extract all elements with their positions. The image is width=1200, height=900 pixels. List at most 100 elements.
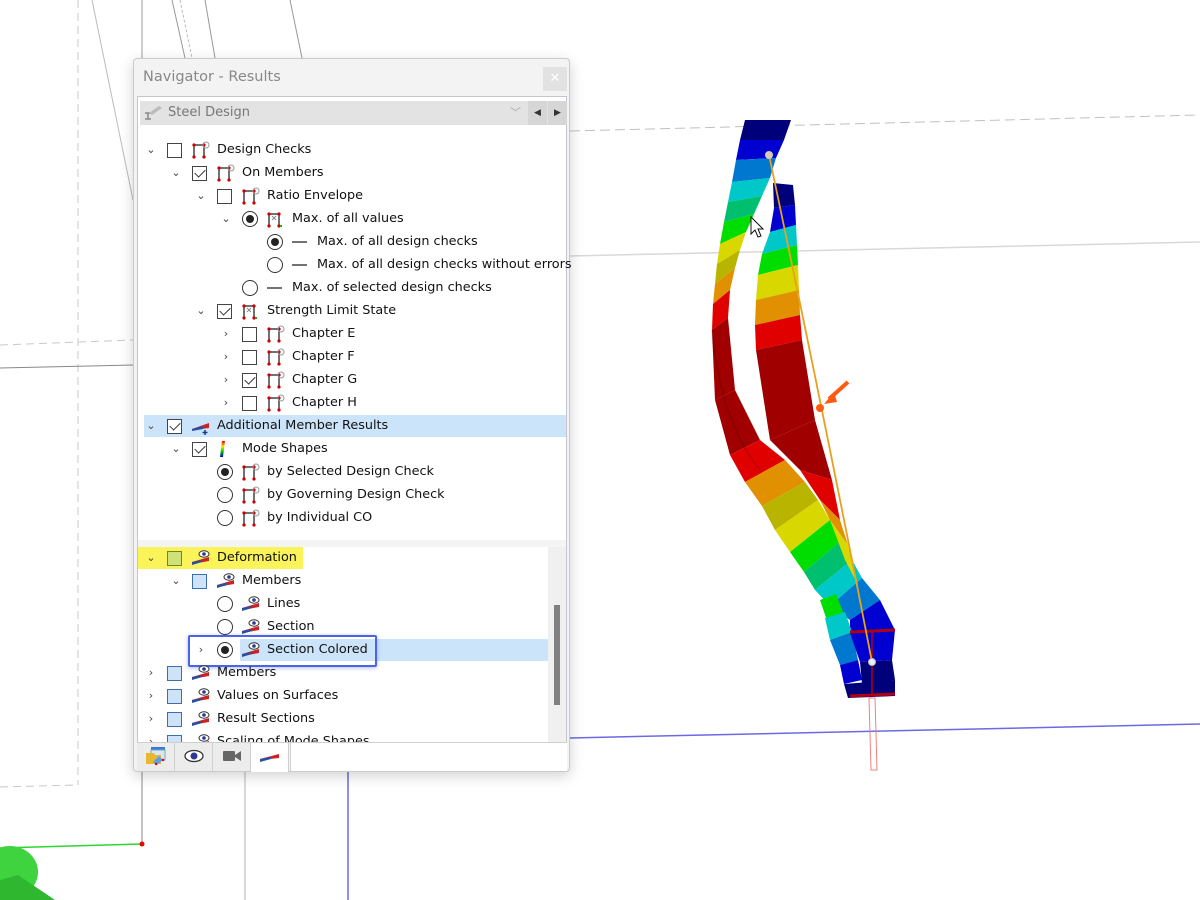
radio-button[interactable]: [267, 257, 283, 273]
checkbox[interactable]: [167, 418, 182, 434]
module-selector-dropdown[interactable]: Steel Design ﹀ ◀ ▶: [140, 101, 567, 125]
checkbox[interactable]: [217, 188, 232, 204]
tree-item-max-all-values[interactable]: ⌄ Max. of all values: [219, 208, 404, 230]
tree-item-label: Chapter F: [292, 349, 355, 364]
line-icon: [291, 256, 311, 274]
chevron-right-icon[interactable]: ›: [219, 323, 233, 345]
deformation-eye-icon: [191, 664, 211, 682]
close-icon: ✕: [549, 71, 561, 86]
chevron-down-icon[interactable]: ⌄: [194, 185, 208, 207]
tree-item-mode-shape-option[interactable]: by Selected Design Check: [217, 461, 434, 483]
previous-module-button[interactable]: ◀: [528, 101, 547, 125]
checkbox[interactable]: [192, 573, 207, 589]
tree-item-design-checks[interactable]: ⌄ Design Checks: [144, 139, 311, 161]
tree-item-group[interactable]: › Result Sections: [144, 708, 315, 730]
tree-item-deformation[interactable]: ⌄ Deformation: [138, 547, 303, 569]
chevron-down-icon[interactable]: ⌄: [194, 300, 208, 322]
tree-item-max-selected-design-checks[interactable]: Max. of selected design checks: [242, 277, 492, 299]
tree-item-on-members[interactable]: ⌄ On Members: [169, 162, 324, 184]
checkbox[interactable]: [242, 326, 257, 342]
checkbox[interactable]: [167, 142, 182, 158]
checkbox[interactable]: [242, 372, 257, 388]
tab-results[interactable]: [251, 743, 289, 772]
tree-item-label: Max. of all design checks without errors: [317, 257, 572, 272]
chevron-down-icon[interactable]: ⌄: [169, 438, 183, 460]
radio-button[interactable]: [217, 619, 233, 635]
tree-item-deformation-members[interactable]: ⌄ Members: [169, 570, 301, 592]
tree-item-group[interactable]: › Members: [144, 662, 276, 684]
tree-item-label: Design Checks: [217, 142, 312, 157]
radio-button[interactable]: [217, 464, 233, 480]
checkbox[interactable]: [192, 441, 207, 457]
checkbox[interactable]: [167, 665, 182, 681]
tree-item-label: Chapter E: [292, 326, 356, 341]
chevron-right-icon[interactable]: ›: [144, 662, 158, 684]
chevron-down-icon[interactable]: ⌄: [144, 415, 158, 437]
checkbox[interactable]: [192, 165, 207, 181]
tree-item-label: by Individual CO: [267, 510, 373, 525]
panel-title: Navigator - Results: [143, 69, 281, 85]
tree-item-deformation-option[interactable]: Lines: [217, 593, 300, 615]
tree-item-mode-shape-option[interactable]: by Individual CO: [217, 507, 372, 529]
radio-button[interactable]: [217, 596, 233, 612]
deformation-eye-icon: [241, 618, 261, 636]
tree-item-chapter[interactable]: › Chapter E: [219, 323, 355, 345]
tree-item-label: Result Sections: [217, 711, 315, 726]
chevron-right-icon[interactable]: ›: [219, 392, 233, 414]
scrollbar-thumb[interactable]: [554, 605, 560, 705]
chevron-right-icon[interactable]: ›: [219, 346, 233, 368]
tree-item-chapter[interactable]: › Chapter F: [219, 346, 355, 368]
checkbox[interactable]: [167, 550, 182, 566]
tree-item-label: Ratio Envelope: [267, 188, 363, 203]
checkbox[interactable]: [167, 688, 182, 704]
tab-views[interactable]: [213, 743, 251, 771]
tree-item-label: Mode Shapes: [242, 441, 328, 456]
limit-state-icon: [241, 302, 261, 320]
design-check-icon: [191, 141, 211, 159]
tree-item-chapter[interactable]: › Chapter H: [219, 392, 357, 414]
node-point[interactable]: [139, 841, 145, 847]
tree-item-label: Max. of all values: [292, 211, 404, 226]
triangle-left-icon: ◀: [534, 108, 541, 118]
design-check-icon: [266, 371, 286, 389]
tree-item-label: Max. of all design checks: [317, 234, 478, 249]
chevron-down-icon[interactable]: ⌄: [144, 547, 158, 569]
tree-item-strength-limit-state[interactable]: ⌄ Strength Limit State: [194, 300, 396, 322]
tree-item-label: Max. of selected design checks: [292, 280, 492, 295]
checkbox[interactable]: [167, 711, 182, 727]
tab-display[interactable]: [175, 743, 213, 771]
chevron-down-icon[interactable]: ⌄: [169, 570, 183, 592]
tree-item-max-all-design-checks-no-errors[interactable]: Max. of all design checks without errors: [267, 254, 572, 276]
radio-button[interactable]: [217, 487, 233, 503]
chevron-right-icon[interactable]: ›: [144, 708, 158, 730]
checkbox[interactable]: [242, 395, 257, 411]
radio-button[interactable]: [267, 234, 283, 250]
checkbox[interactable]: [242, 349, 257, 365]
deformed-member-contour[interactable]: [711, 120, 895, 698]
chevron-down-icon[interactable]: ⌄: [169, 162, 183, 184]
tree-item-ratio-envelope[interactable]: ⌄ Ratio Envelope: [194, 185, 363, 207]
contour-band: [740, 120, 791, 140]
deformation-eye-icon: [191, 710, 211, 728]
chevron-down-icon[interactable]: ⌄: [144, 139, 158, 161]
tree-item-max-all-design-checks[interactable]: Max. of all design checks: [267, 231, 478, 253]
chevron-right-icon[interactable]: ›: [219, 369, 233, 391]
vertical-scrollbar[interactable]: [548, 547, 566, 743]
tree-item-mode-shape-option[interactable]: by Governing Design Check: [217, 484, 445, 506]
tree-item-additional-member-results[interactable]: ⌄ Additional Member Results: [144, 415, 566, 437]
tab-data[interactable]: [137, 743, 175, 771]
tree-item-chapter[interactable]: › Chapter G: [219, 369, 357, 391]
radio-button[interactable]: [242, 280, 258, 296]
chevron-down-icon[interactable]: ⌄: [219, 208, 233, 230]
checkbox[interactable]: [217, 303, 232, 319]
close-button[interactable]: ✕: [543, 67, 567, 91]
chevron-right-icon[interactable]: ›: [144, 685, 158, 707]
next-module-button[interactable]: ▶: [548, 101, 567, 125]
radio-button[interactable]: [242, 211, 258, 227]
deformation-eye-icon: [191, 549, 211, 567]
tree-item-group[interactable]: › Values on Surfaces: [144, 685, 338, 707]
radio-button[interactable]: [217, 510, 233, 526]
tree-item-label: Strength Limit State: [267, 303, 397, 318]
tree-item-label: Members: [217, 665, 277, 680]
tree-item-mode-shapes[interactable]: ⌄ Mode Shapes: [169, 438, 328, 460]
